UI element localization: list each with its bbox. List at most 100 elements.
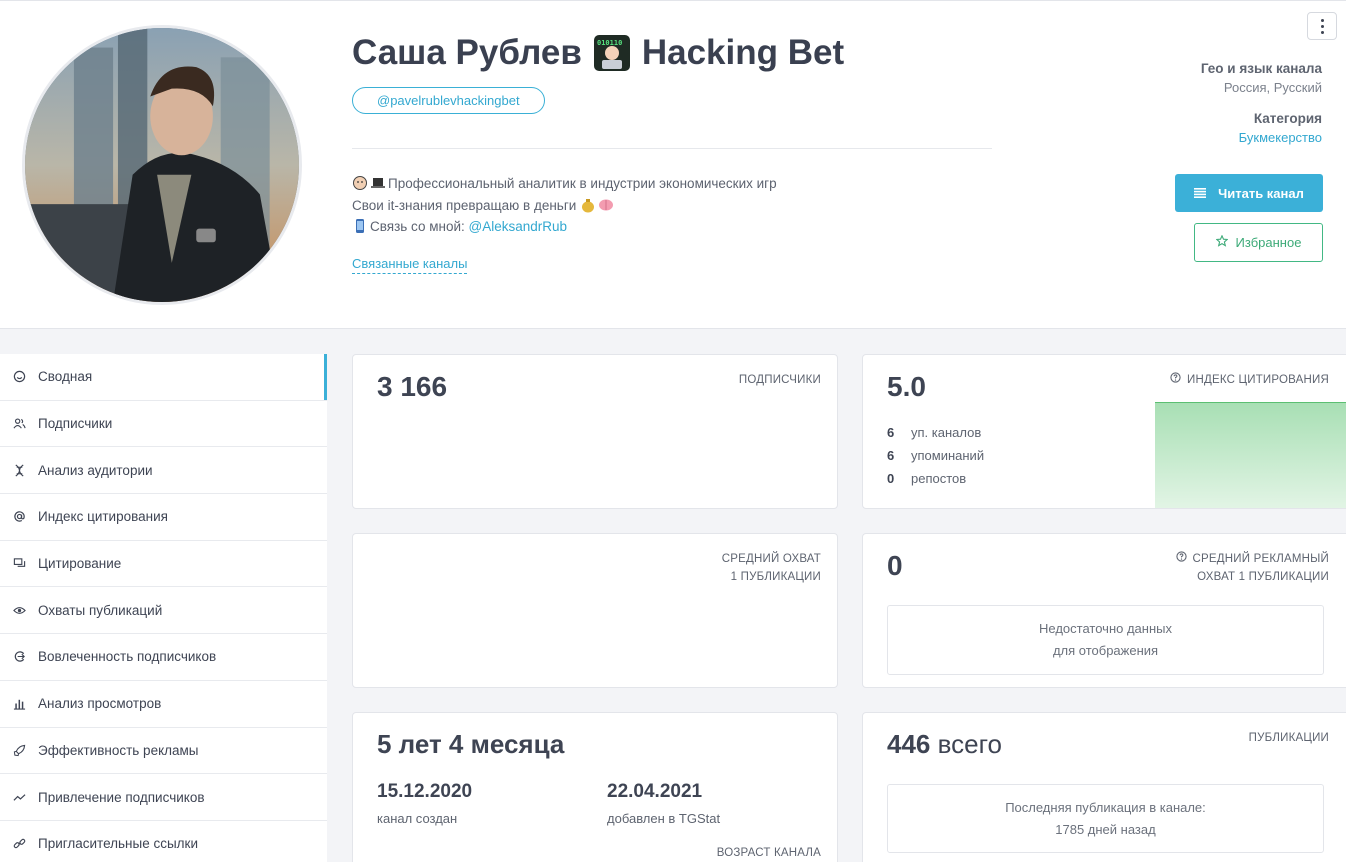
citation-index-value: 5.0 (887, 371, 926, 402)
sidebar-item-subscribers[interactable]: Подписчики (0, 400, 327, 448)
empty-notice-line: Недостаточно данных (1039, 621, 1172, 636)
channel-age-card[interactable]: 5 лет 4 месяца 15.12.2020 канал создан 2… (352, 712, 838, 862)
empty-notice-line: для отображения (1052, 643, 1159, 658)
favorite-button[interactable]: Избранное (1194, 223, 1323, 262)
stat-label: репостов (911, 471, 967, 486)
laptop-emoji-icon (370, 175, 386, 191)
channel-header: Саша Рублев 010110 Hacking Bet @pavelrub… (0, 0, 1346, 329)
divider (352, 148, 992, 149)
sidebar-item-ad-efficiency[interactable]: Эффективность рекламы (0, 727, 327, 775)
more-menu-button[interactable] (1307, 12, 1337, 40)
contact-link[interactable]: @AleksandrRub (469, 219, 568, 234)
dot (1320, 30, 1324, 34)
posts-count: 446 (887, 729, 931, 759)
ad-reach-caption-line: ОХВАТ 1 ПУБЛИКАЦИИ (1197, 571, 1329, 583)
sidebar-item-label: Вовлеченность подписчиков (38, 649, 217, 665)
channel-age-value: 5 лет 4 месяца (377, 729, 565, 759)
sidebar-item-label: Цитирование (38, 556, 122, 572)
sidebar-item-label: Привлечение подписчиков (38, 789, 205, 805)
stat-number: 0 (887, 471, 895, 486)
quote-icon (12, 557, 26, 571)
channel-title-name: Саша Рублев (352, 33, 582, 72)
channel-title-suffix: Hacking Bet (641, 33, 845, 72)
ad-reach-empty-notice: Недостаточно данных для отображения (887, 605, 1324, 675)
sidebar-item-reach[interactable]: Охваты публикаций (0, 587, 327, 635)
channel-description: Профессиональный аналитик в индустрии эк… (352, 173, 777, 238)
sidebar-item-label: Анализ просмотров (38, 696, 162, 712)
sidebar: Сводная Подписчики Анализ аудитории Инде… (0, 354, 327, 862)
link-icon (12, 837, 26, 851)
sidebar-item-label: Сводная (38, 369, 93, 385)
sidebar-item-acquisition[interactable]: Привлечение подписчиков (0, 774, 327, 821)
citation-index-card[interactable]: 5.0 ИНДЕКС ЦИТИРОВАНИЯ 6 уп. каналов 6 упо… (862, 354, 1346, 509)
avg-reach-caption-line: 1 ПУБЛИКАЦИИ (730, 571, 821, 583)
list-icon (1194, 186, 1207, 201)
dot (1320, 24, 1324, 28)
geo-value: Россия, Русский (1223, 80, 1322, 95)
help-icon[interactable] (1175, 550, 1187, 568)
category-label: Категория (1253, 111, 1322, 126)
avg-reach-card[interactable]: СРЕДНИЙ ОХВАТ 1 ПУБЛИКАЦИИ (352, 533, 838, 688)
sidebar-item-views[interactable]: Анализ просмотров (0, 680, 327, 728)
channel-username[interactable]: @pavelrublevhackingbet (352, 87, 545, 114)
stat-label: упоминаний (911, 448, 985, 463)
created-label: канал создан (377, 811, 458, 826)
description-line: Связь со мной: (370, 219, 465, 234)
help-icon[interactable] (1170, 371, 1181, 389)
sidebar-item-label: Пригласительные ссылки (38, 836, 199, 852)
citation-index-caption-text: ИНДЕКС ЦИТИРОВАНИЯ (1187, 374, 1329, 386)
star-icon (1214, 234, 1229, 250)
technologist-emoji-icon (352, 175, 368, 191)
hacker-emoji-icon: 010110 (592, 33, 632, 73)
read-channel-button[interactable]: Читать канал (1175, 174, 1323, 212)
subscribers-card[interactable]: 3 166 ПОДПИСЧИКИ (352, 354, 838, 509)
users-icon (12, 417, 26, 431)
avg-reach-caption-line: СРЕДНИЙ ОХВАТ (721, 553, 821, 565)
trend-icon (12, 790, 26, 804)
channel-title: Саша Рублев 010110 Hacking Bet (352, 33, 844, 73)
citation-stats: 6 уп. каналов 6 упоминаний 0 репостов (887, 421, 984, 490)
sidebar-item-label: Подписчики (38, 416, 113, 432)
sidebar-item-citation[interactable]: Цитирование (0, 540, 327, 588)
ad-reach-card[interactable]: 0 СРЕДНИЙ РЕКЛАМНЫЙ ОХВАТ 1 ПУБЛИКАЦИИ Н… (862, 533, 1346, 688)
linked-channels-link[interactable]: Связанные каналы (352, 256, 468, 274)
brain-emoji-icon (598, 197, 614, 213)
ad-reach-caption-text: СРЕДНИЙ РЕКЛАМНЫЙ (1192, 553, 1329, 565)
citation-index-caption: ИНДЕКС ЦИТИРОВАНИЯ (1170, 371, 1329, 389)
category-link[interactable]: Букмекерство (1239, 130, 1322, 145)
favorite-label: Избранное (1235, 235, 1302, 250)
created-date: 15.12.2020 (377, 781, 473, 802)
posts-total: 446 всего (887, 729, 1002, 760)
citation-stat-row: 0 репостов (887, 467, 984, 490)
smile-icon (12, 370, 26, 384)
ad-reach-caption-line: СРЕДНИЙ РЕКЛАМНЫЙ (1175, 550, 1329, 568)
sidebar-item-audience[interactable]: Анализ аудитории (0, 447, 327, 495)
sidebar-item-label: Индекс цитирования (38, 509, 168, 525)
svg-text:010110: 010110 (597, 39, 622, 47)
money-bag-emoji-icon (580, 197, 596, 213)
dna-icon (12, 463, 26, 477)
rocket-icon (12, 743, 26, 757)
stat-number: 6 (887, 448, 895, 463)
read-channel-label: Читать канал (1218, 185, 1304, 201)
geo-block: Гео и язык канала Россия, Русский (1201, 61, 1322, 95)
citation-sparkline (1155, 402, 1346, 508)
sidebar-item-label: Охваты публикаций (38, 602, 163, 618)
added-date: 22.04.2021 (607, 781, 703, 802)
channel-age-caption: ВОЗРАСТ КАНАЛА (716, 847, 821, 859)
mobile-phone-emoji-icon (352, 218, 368, 234)
engagement-icon (12, 650, 26, 664)
last-post-line: 1785 дней назад (1055, 821, 1156, 837)
last-post-notice: Последняя публикация в канале: 1785 дней… (887, 784, 1324, 853)
sidebar-item-label: Эффективность рекламы (38, 742, 199, 758)
posts-card[interactable]: 446 всего ПУБЛИКАЦИИ Последняя публикаци… (862, 712, 1346, 862)
category-block: Категория Букмекерство (1239, 111, 1322, 145)
channel-avatar (22, 25, 302, 305)
sidebar-item-invite-links[interactable]: Пригласительные ссылки (0, 820, 327, 862)
sidebar-item-engagement[interactable]: Вовлеченность подписчиков (0, 634, 327, 681)
eye-icon (12, 603, 26, 617)
description-line: Свои it-знания превращаю в деньги (352, 197, 577, 213)
sidebar-item-citation-index[interactable]: Индекс цитирования (0, 494, 327, 541)
sidebar-item-summary[interactable]: Сводная (0, 354, 327, 401)
stat-label: уп. каналов (911, 425, 982, 440)
